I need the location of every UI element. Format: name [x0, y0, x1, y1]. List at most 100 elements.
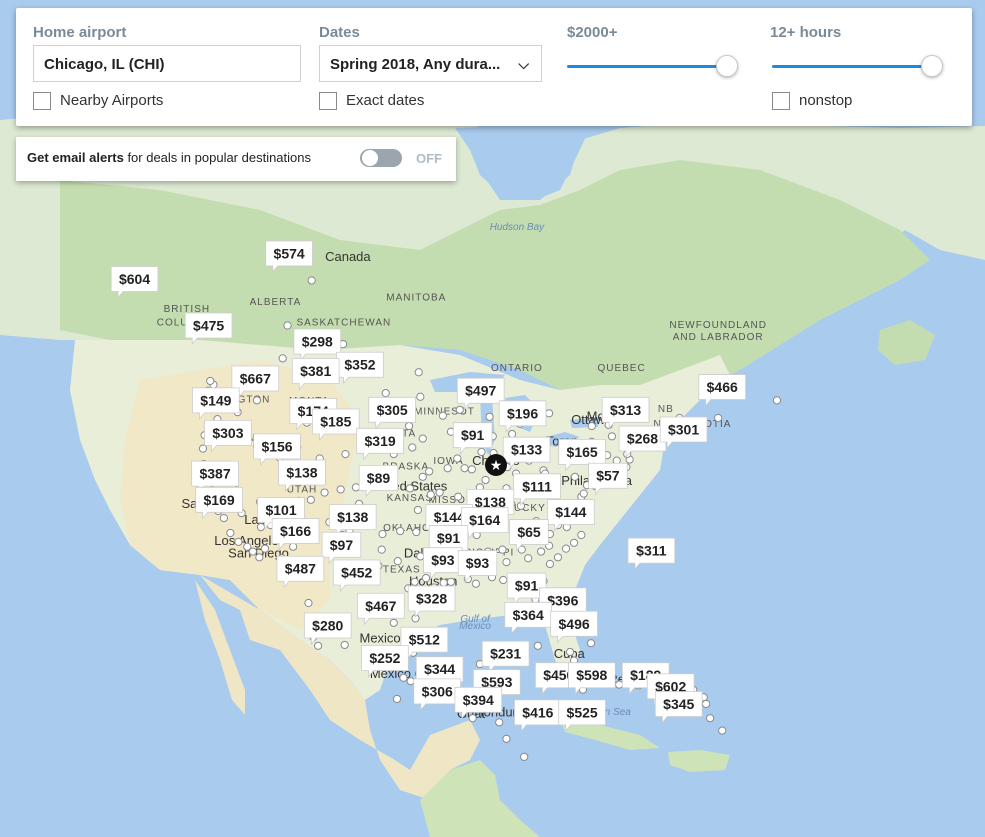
airport-dot[interactable] [607, 432, 617, 441]
airport-dot[interactable] [340, 640, 349, 650]
price-pin-label[interactable]: $381 [300, 363, 331, 379]
airport-dot[interactable] [392, 694, 402, 704]
airport-dot[interactable] [507, 429, 517, 439]
airport-dot[interactable] [405, 484, 414, 493]
price-pin-label[interactable]: $496 [559, 616, 590, 632]
airport-dot[interactable] [453, 454, 462, 463]
price-pin-label[interactable]: $280 [312, 618, 343, 634]
airport-dot[interactable] [586, 639, 596, 648]
price-pin-label[interactable]: $598 [576, 667, 607, 683]
airport-dot[interactable] [579, 489, 588, 498]
airport-dot[interactable] [206, 376, 215, 386]
airport-dot[interactable] [408, 443, 417, 452]
airport-dot[interactable] [341, 450, 350, 459]
price-pin-label[interactable]: $196 [507, 405, 538, 421]
airport-dot[interactable] [439, 578, 448, 587]
airport-dot[interactable] [248, 547, 257, 556]
airport-dot[interactable] [454, 492, 463, 501]
airport-dot[interactable] [219, 514, 229, 523]
airport-dot[interactable] [404, 421, 414, 431]
duration-slider-track[interactable] [772, 65, 932, 68]
price-pin-label[interactable]: $301 [668, 421, 699, 437]
price-pin-label[interactable]: $452 [341, 564, 372, 580]
price-pin-label[interactable]: $144 [434, 509, 465, 525]
airport-dot[interactable] [414, 368, 423, 377]
price-pin-label[interactable]: $475 [193, 318, 224, 334]
price-pin-label[interactable]: $604 [119, 271, 150, 287]
price-pin-label[interactable]: $231 [490, 646, 521, 662]
airport-dot[interactable] [565, 647, 575, 657]
airport-dot[interactable] [553, 553, 563, 562]
airport-dot[interactable] [718, 726, 727, 735]
airport-dot[interactable] [226, 528, 235, 538]
price-pin-label[interactable]: $149 [200, 392, 231, 408]
price-pin-label[interactable]: $344 [424, 661, 455, 677]
price-pin-label[interactable]: $487 [285, 561, 316, 577]
price-pin-label[interactable]: $305 [377, 402, 408, 418]
airport-dot[interactable] [533, 641, 542, 650]
airport-dot[interactable] [313, 641, 323, 650]
airport-dot[interactable] [577, 530, 586, 540]
airport-dot[interactable] [460, 464, 469, 473]
airport-dot[interactable] [502, 557, 511, 567]
airport-dot[interactable] [561, 544, 571, 553]
airport-dot[interactable] [283, 321, 292, 330]
airport-dot[interactable] [260, 544, 270, 553]
airport-dot[interactable] [443, 464, 452, 473]
airport-dot[interactable] [425, 467, 434, 476]
dates-select[interactable]: Spring 2018, Any dura... ⌵ [319, 45, 542, 82]
airport-dot[interactable] [706, 714, 715, 723]
airport-dot[interactable] [416, 392, 425, 401]
price-pin-label[interactable]: $525 [567, 704, 598, 720]
airport-dot[interactable] [471, 579, 480, 588]
airport-dot[interactable] [412, 527, 421, 537]
price-pin-label[interactable]: $65 [517, 524, 541, 540]
price-pin-label[interactable]: $512 [409, 632, 440, 648]
airport-dot[interactable] [304, 598, 313, 608]
price-pin-label[interactable]: $93 [466, 555, 490, 571]
price-pin-label[interactable]: $252 [369, 650, 400, 666]
airport-dot[interactable] [421, 574, 431, 583]
airport-dot[interactable] [477, 447, 486, 457]
price-pin-label[interactable]: $394 [463, 692, 494, 708]
airport-dot[interactable] [536, 547, 546, 556]
exact-dates-checkbox[interactable] [319, 92, 337, 110]
airport-dot[interactable] [410, 577, 419, 586]
price-pin-label[interactable]: $101 [265, 502, 296, 518]
airport-dot[interactable] [455, 405, 464, 414]
airport-dot[interactable] [320, 488, 329, 497]
airport-dot[interactable] [545, 559, 555, 569]
airport-dot[interactable] [587, 421, 596, 431]
airport-dot[interactable] [495, 718, 504, 727]
price-pin-label[interactable]: $268 [627, 431, 658, 447]
airport-dot[interactable] [252, 396, 262, 405]
price-pin-label[interactable]: $166 [280, 523, 311, 539]
airport-dot[interactable] [307, 276, 316, 285]
price-pin-label[interactable]: $328 [416, 590, 447, 606]
price-pin-label[interactable]: $352 [344, 357, 375, 373]
airport-dot[interactable] [256, 522, 266, 532]
airport-dot[interactable] [569, 538, 579, 547]
price-pin-label[interactable]: $303 [212, 425, 243, 441]
price-slider-track[interactable] [567, 65, 727, 68]
price-pin-label[interactable]: $306 [422, 683, 453, 699]
home-airport-marker[interactable]: ★ [485, 454, 507, 476]
price-pin-label[interactable]: $364 [513, 607, 544, 623]
airport-dot[interactable] [418, 472, 427, 481]
airport-dot[interactable] [545, 409, 554, 418]
airport-dot[interactable] [413, 505, 423, 515]
airport-dot[interactable] [418, 434, 427, 443]
airport-dot[interactable] [570, 472, 579, 481]
airport-dot[interactable] [234, 537, 243, 546]
price-pin-label[interactable]: $138 [337, 509, 368, 525]
price-pin-label[interactable]: $89 [367, 470, 391, 486]
airport-dot[interactable] [502, 734, 511, 743]
price-pin-label[interactable]: $311 [636, 543, 667, 559]
airport-dot[interactable] [446, 577, 456, 586]
nearby-airports-checkbox[interactable] [33, 92, 51, 110]
price-pin-label[interactable]: $313 [610, 402, 641, 418]
price-pin-label[interactable]: $156 [261, 438, 292, 454]
price-pin-label[interactable]: $57 [596, 468, 620, 484]
price-pin-label[interactable]: $91 [437, 530, 461, 546]
price-pin-label[interactable]: $497 [465, 383, 496, 399]
